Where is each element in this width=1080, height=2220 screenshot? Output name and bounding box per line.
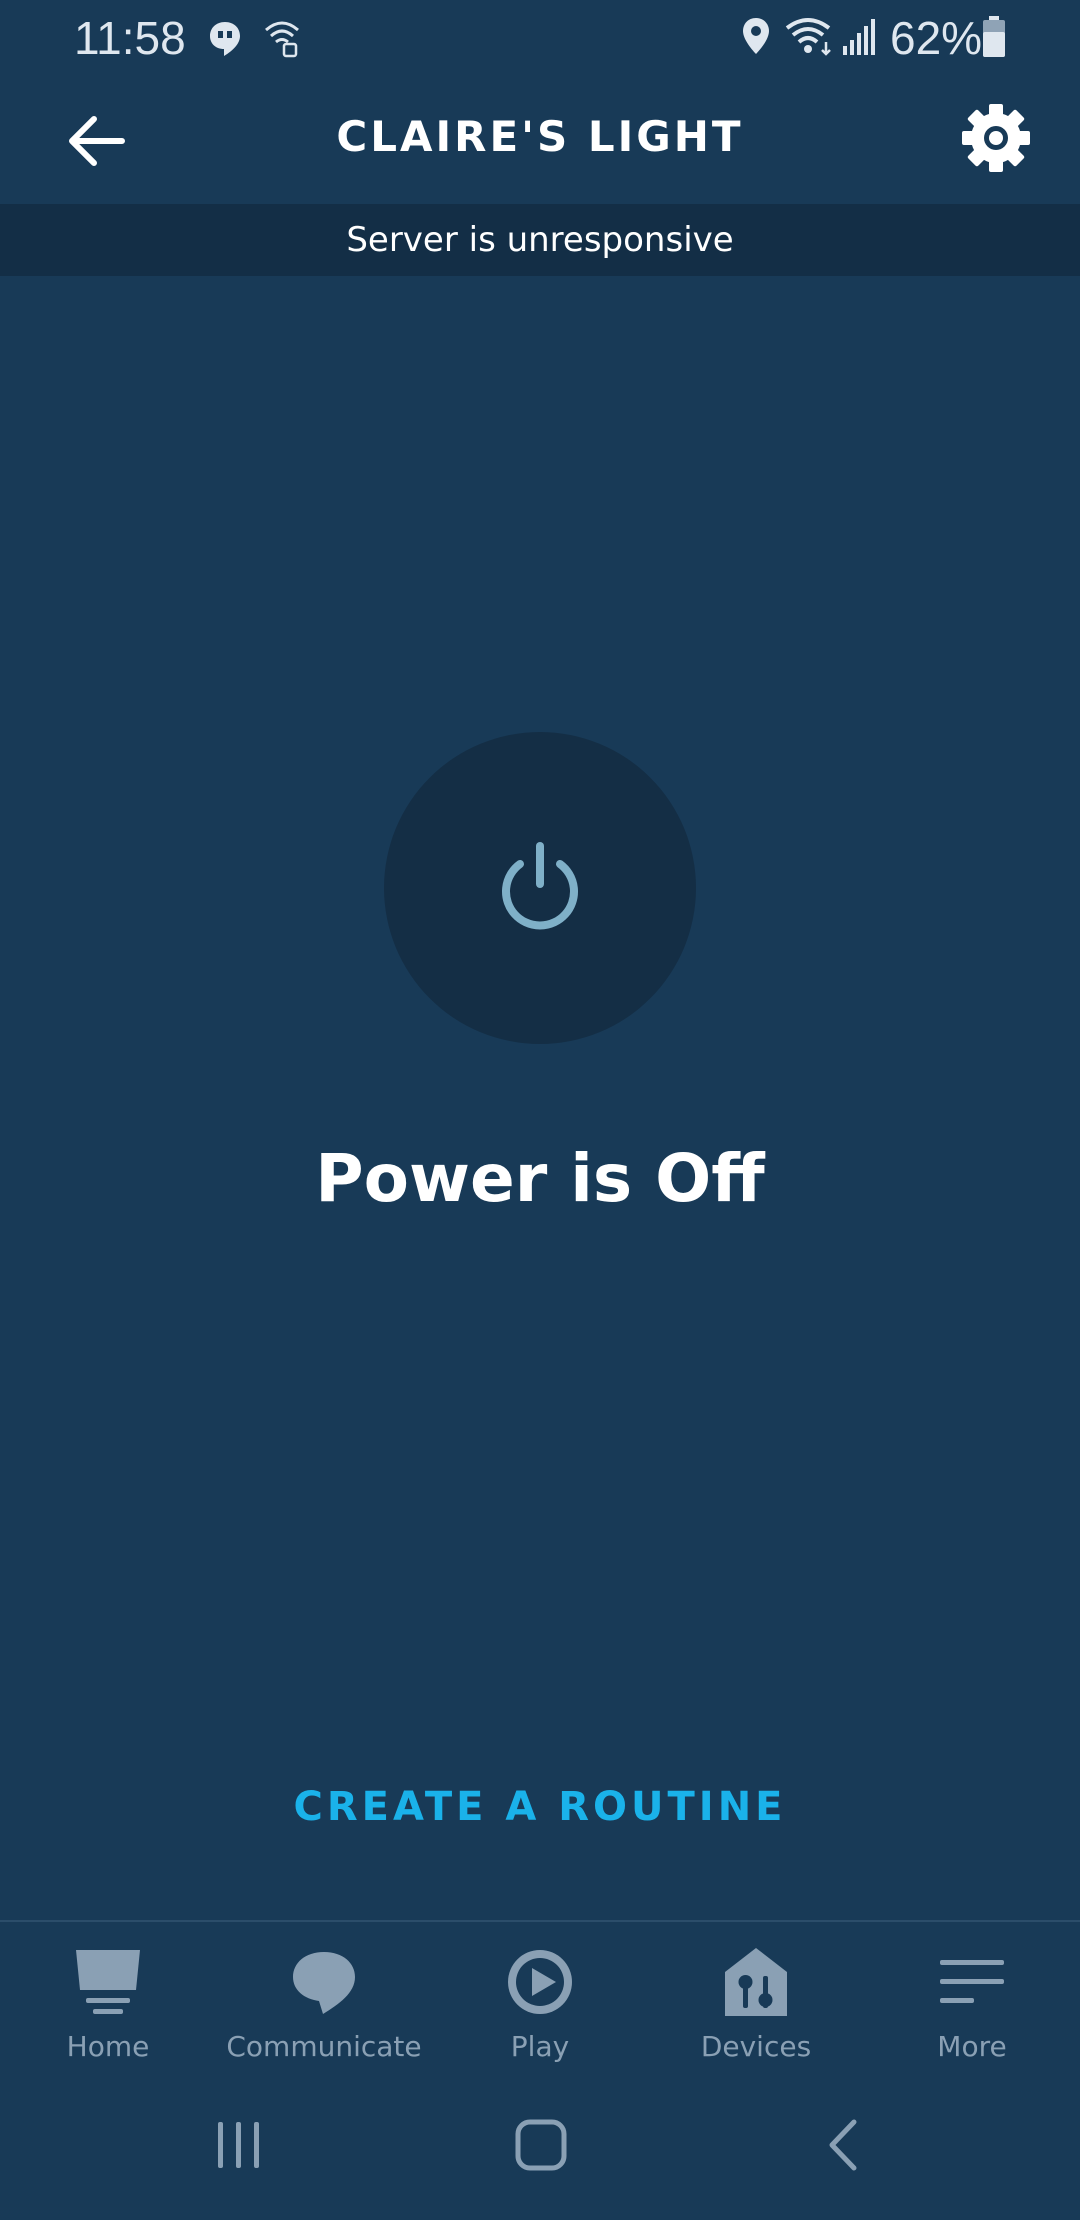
back-arrow-icon bbox=[69, 116, 125, 166]
status-bar: 11:58 62% bbox=[0, 0, 1080, 76]
device-screen: 11:58 62% CLAIRE'S LIGHT Server is unres… bbox=[0, 0, 1080, 2220]
home-icon bbox=[76, 1950, 140, 2014]
nav-label-home: Home bbox=[66, 2030, 150, 2063]
bottom-navigation: Home Communicate Play Devices More bbox=[0, 1920, 1080, 2072]
nav-communicate[interactable]: Communicate bbox=[216, 1922, 432, 2072]
wifi-icon bbox=[784, 16, 836, 60]
back-system-button[interactable] bbox=[808, 2112, 878, 2178]
play-icon bbox=[508, 1950, 572, 2014]
gear-icon bbox=[962, 104, 1030, 172]
home-square-icon bbox=[515, 2119, 567, 2171]
nav-more[interactable]: More bbox=[864, 1922, 1080, 2072]
nav-home[interactable]: Home bbox=[0, 1922, 216, 2072]
nav-play[interactable]: Play bbox=[432, 1922, 648, 2072]
battery-percent: 62% bbox=[890, 12, 983, 64]
power-icon bbox=[502, 842, 578, 930]
power-status-text: Power is Off bbox=[315, 1140, 765, 1217]
nav-label-more: More bbox=[937, 2030, 1007, 2063]
nav-label-communicate: Communicate bbox=[226, 2030, 422, 2063]
location-icon bbox=[740, 16, 772, 60]
recent-apps-button[interactable] bbox=[204, 2112, 274, 2178]
chat-bubble-icon bbox=[293, 1952, 355, 2014]
battery-icon bbox=[982, 16, 1006, 62]
nav-devices[interactable]: Devices bbox=[648, 1922, 864, 2072]
status-time: 11:58 bbox=[74, 12, 186, 64]
menu-icon bbox=[940, 1960, 1004, 2003]
server-status-banner: Server is unresponsive bbox=[0, 204, 1080, 276]
hangouts-icon bbox=[208, 20, 242, 62]
power-toggle-button[interactable] bbox=[384, 732, 696, 1044]
nav-label-devices: Devices bbox=[700, 2030, 812, 2063]
app-header: CLAIRE'S LIGHT bbox=[0, 76, 1080, 204]
devices-icon bbox=[725, 1948, 787, 2016]
page-title: CLAIRE'S LIGHT bbox=[336, 112, 744, 161]
settings-button[interactable] bbox=[958, 100, 1034, 176]
wifi-calling-icon bbox=[262, 18, 302, 62]
home-system-button[interactable] bbox=[506, 2112, 576, 2178]
system-navigation-bar bbox=[0, 2070, 1080, 2220]
back-button[interactable] bbox=[62, 106, 132, 176]
create-routine-link[interactable]: CREATE A ROUTINE bbox=[240, 1784, 840, 1830]
recent-apps-icon bbox=[218, 2122, 259, 2168]
chevron-left-icon bbox=[829, 2119, 857, 2171]
nav-label-play: Play bbox=[510, 2030, 570, 2063]
signal-icon bbox=[842, 18, 876, 60]
